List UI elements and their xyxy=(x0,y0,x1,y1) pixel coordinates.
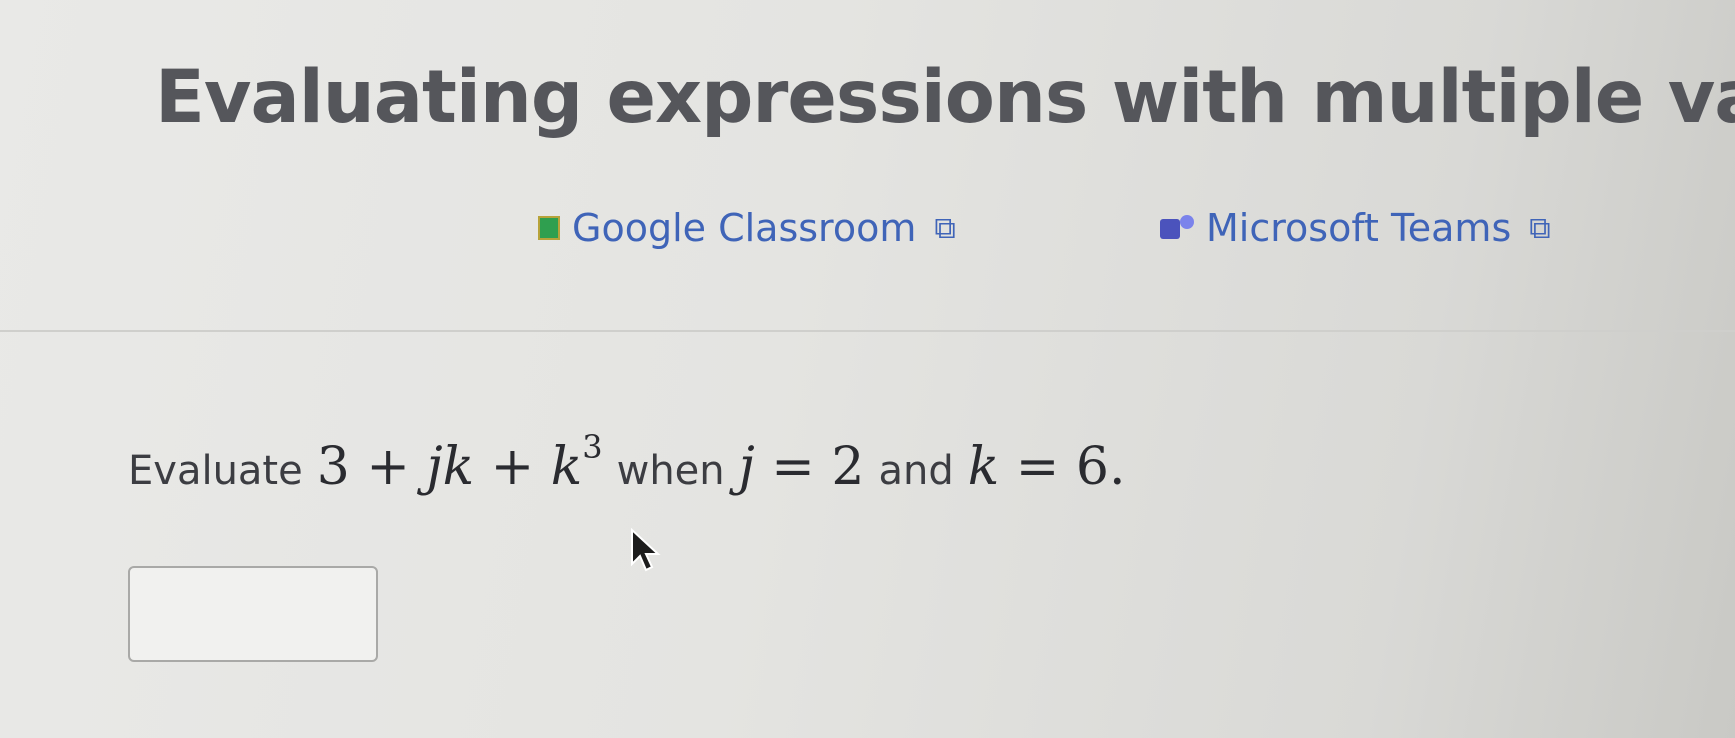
expr-part: j xyxy=(738,437,755,497)
expr-part: jk xyxy=(426,437,475,497)
expr-part: k xyxy=(967,437,1000,497)
expr-exponent: 3 xyxy=(582,428,603,466)
expr-part: = 6. xyxy=(999,437,1126,497)
condition-j: j = 2 xyxy=(739,437,865,497)
microsoft-teams-label: Microsoft Teams xyxy=(1206,206,1512,250)
page-title: Evaluating expressions with multiple var… xyxy=(155,58,1735,139)
question-expression: 3 + jk + k3 xyxy=(317,428,603,497)
expr-part: = 2 xyxy=(754,437,865,497)
condition-k: k = 6. xyxy=(968,437,1126,497)
google-classroom-share-link[interactable]: Google Classroom ⧉ xyxy=(538,206,956,250)
expr-part: k xyxy=(550,437,583,497)
microsoft-teams-share-link[interactable]: Microsoft Teams ⧉ xyxy=(1160,206,1551,250)
question-prefix: Evaluate xyxy=(128,448,303,494)
answer-input[interactable] xyxy=(128,566,378,662)
external-link-icon: ⧉ xyxy=(1529,210,1551,246)
google-classroom-label: Google Classroom xyxy=(572,206,917,250)
microsoft-teams-icon xyxy=(1160,215,1194,241)
question-prompt: Evaluate 3 + jk + k3 when j = 2 and k = … xyxy=(128,428,1140,497)
expr-part: 3 + xyxy=(316,437,427,497)
question-and: and xyxy=(878,448,954,494)
question-when: when xyxy=(616,448,725,494)
external-link-icon: ⧉ xyxy=(934,210,956,246)
google-classroom-icon xyxy=(538,216,560,240)
expr-part: + xyxy=(474,437,551,497)
divider xyxy=(0,330,1735,332)
mouse-cursor-icon xyxy=(631,528,661,572)
